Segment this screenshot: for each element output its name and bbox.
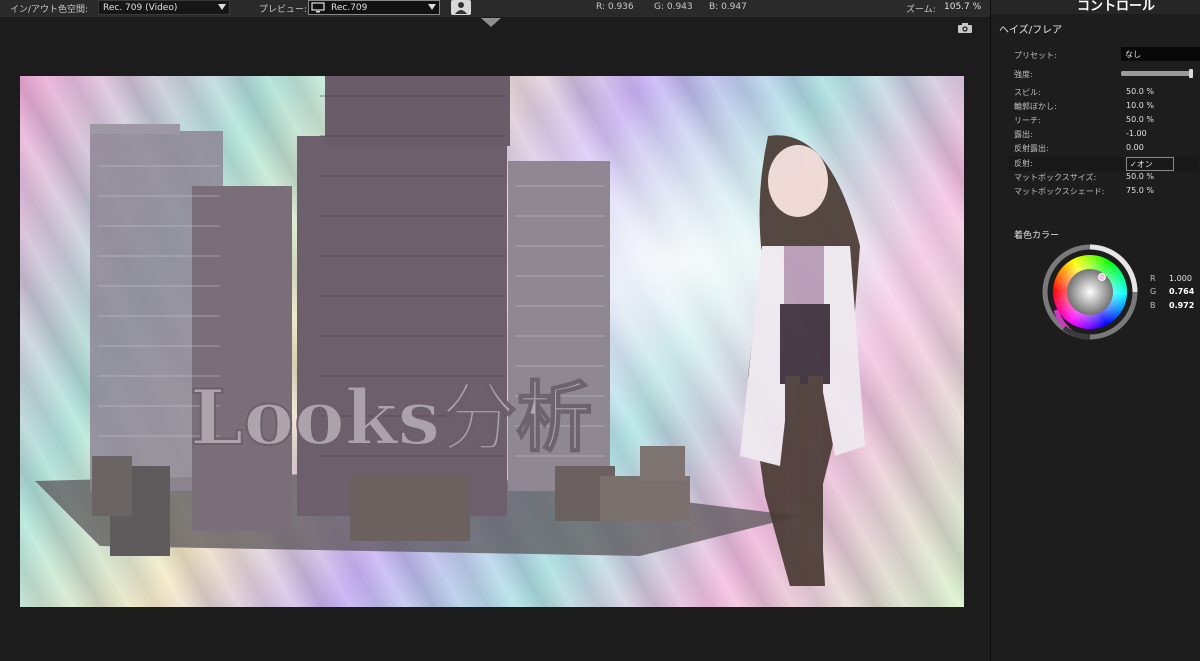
preview-label: プレビュー: [259,5,308,15]
camera-icon[interactable] [957,22,973,34]
matte-size-label: マットボックスサイズ: [1014,173,1097,182]
intensity-slider-fill [1121,71,1191,76]
panel-title: コントロール [991,0,1200,14]
matte-size-value[interactable]: 50.0 % [1126,172,1154,181]
intensity-slider[interactable] [1121,69,1193,78]
tint-b-value[interactable]: 0.972 [1169,301,1194,310]
matte-shade-label: マットボックスシェード: [1014,187,1105,196]
exposure-value[interactable]: -1.00 [1126,129,1147,138]
reach-label: リーチ: [1014,116,1041,125]
viewer-top-bar: イン/アウト色空間: Rec. 709 (Video) プレビュー: Rec.7… [0,0,990,17]
person-icon [455,2,467,14]
wheel-center [1053,255,1127,329]
spill-label: スピル: [1014,88,1041,97]
spill-value[interactable]: 50.0 % [1126,87,1154,96]
chevron-down-icon [428,4,436,10]
tint-g-value[interactable]: 0.764 [1169,287,1194,296]
color-space-dropdown[interactable]: Rec. 709 (Video) [98,0,230,15]
chevron-down-icon [218,4,226,10]
controls-panel: コントロール ヘイズ/フレア プリセット: なし 強度: スピル: 50.0 %… [990,0,1200,661]
color-space-value: Rec. 709 (Video) [103,3,178,13]
monitor-icon [311,2,325,13]
zoom-label: ズーム: [906,5,936,15]
preview-dropdown[interactable]: Rec.709 [308,0,440,15]
color-space-label: イン/アウト色空間: [10,5,89,15]
zoom-value: 105.7 % [944,2,982,12]
tint-b-label: B [1150,301,1156,310]
tint-r-value[interactable]: 1.000 [1169,274,1192,283]
edge-blur-label: 輪郭ぼかし: [1014,102,1057,111]
preview-image[interactable]: Looks分析 [20,76,964,607]
overlay-toggle-triangle[interactable] [481,18,501,27]
tint-color-wheel[interactable] [1042,244,1138,340]
reflect-label: 反射: [1014,159,1033,168]
image-viewer: Looks分析 [0,17,990,661]
green-readout: G: 0.943 [654,2,693,12]
effect-section-title[interactable]: ヘイズ/フレア [999,21,1062,36]
user-button[interactable] [451,0,471,15]
tint-g-label: G [1150,287,1157,296]
blue-readout: B: 0.947 [709,2,747,12]
preset-label: プリセット: [1014,51,1057,60]
reflect-value: ✓オン [1130,160,1153,169]
reflect-exposure-value[interactable]: 0.00 [1126,143,1144,152]
reflect-exposure-label: 反射露出: [1014,144,1049,153]
preset-dropdown[interactable]: なし [1121,47,1200,61]
matte-shade-value[interactable]: 75.0 % [1126,186,1154,195]
city-buildings [90,76,690,556]
red-readout: R: 0.936 [596,2,634,12]
color-swatch [1100,275,1104,279]
image-title-text: Looks分析 [190,373,592,462]
intensity-slider-knob[interactable] [1188,69,1193,78]
tint-r-label: R [1150,274,1156,283]
edge-blur-value[interactable]: 10.0 % [1126,101,1154,110]
reflect-checkbox[interactable]: ✓オン [1126,157,1174,171]
tint-color-label: 着色カラー [1014,231,1060,241]
reach-value[interactable]: 50.0 % [1126,115,1154,124]
preview-value: Rec.709 [331,3,368,13]
preset-value: なし [1125,50,1141,59]
exposure-label: 露出: [1014,130,1033,139]
intensity-label: 強度: [1014,70,1033,79]
